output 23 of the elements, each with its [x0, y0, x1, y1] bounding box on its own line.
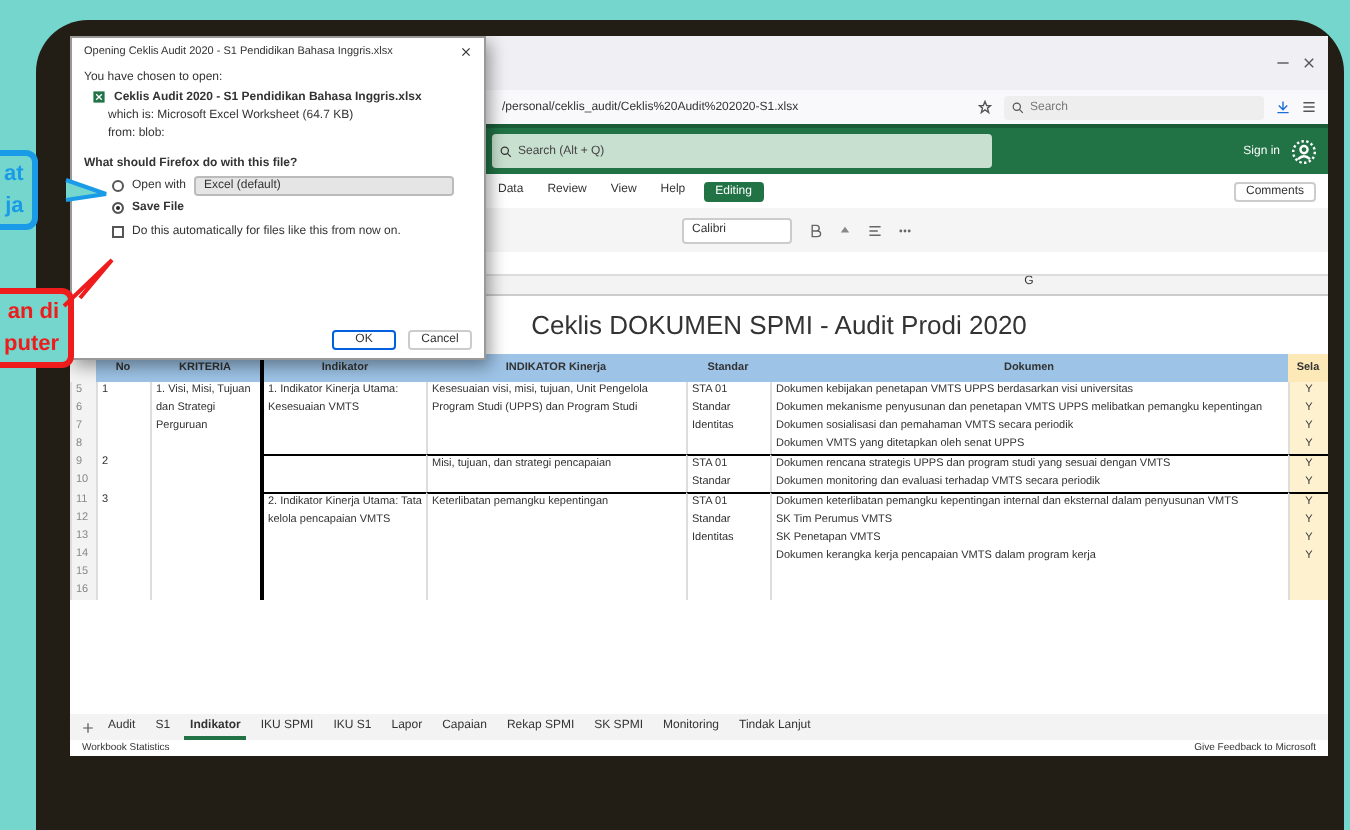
close-icon — [1302, 56, 1316, 70]
bold-icon — [808, 223, 822, 237]
radio-button[interactable] — [112, 202, 124, 214]
callout-text: puter — [4, 330, 59, 360]
menu-icon — [1302, 100, 1316, 114]
search-icon — [500, 145, 512, 157]
callout-text: at — [4, 160, 24, 190]
close-icon — [460, 46, 472, 58]
minimize-icon — [1276, 56, 1290, 70]
checkbox[interactable] — [112, 226, 124, 238]
download-icon — [1276, 100, 1290, 114]
align-icon — [868, 223, 882, 237]
sheet-title: Ceklis DOKUMEN SPMI - Audit Prodi 2020 — [531, 310, 1027, 340]
spreadsheet-icon — [92, 90, 106, 104]
star-icon — [978, 100, 992, 114]
radio-button[interactable] — [112, 180, 124, 192]
plus-icon — [82, 721, 94, 733]
fill-color-icon — [838, 223, 852, 237]
avatar-icon — [1292, 139, 1316, 163]
search-icon — [1012, 101, 1024, 113]
pointer-arrow — [64, 176, 108, 204]
callout-text: ja — [5, 192, 24, 222]
callout-text: an di — [7, 298, 59, 328]
